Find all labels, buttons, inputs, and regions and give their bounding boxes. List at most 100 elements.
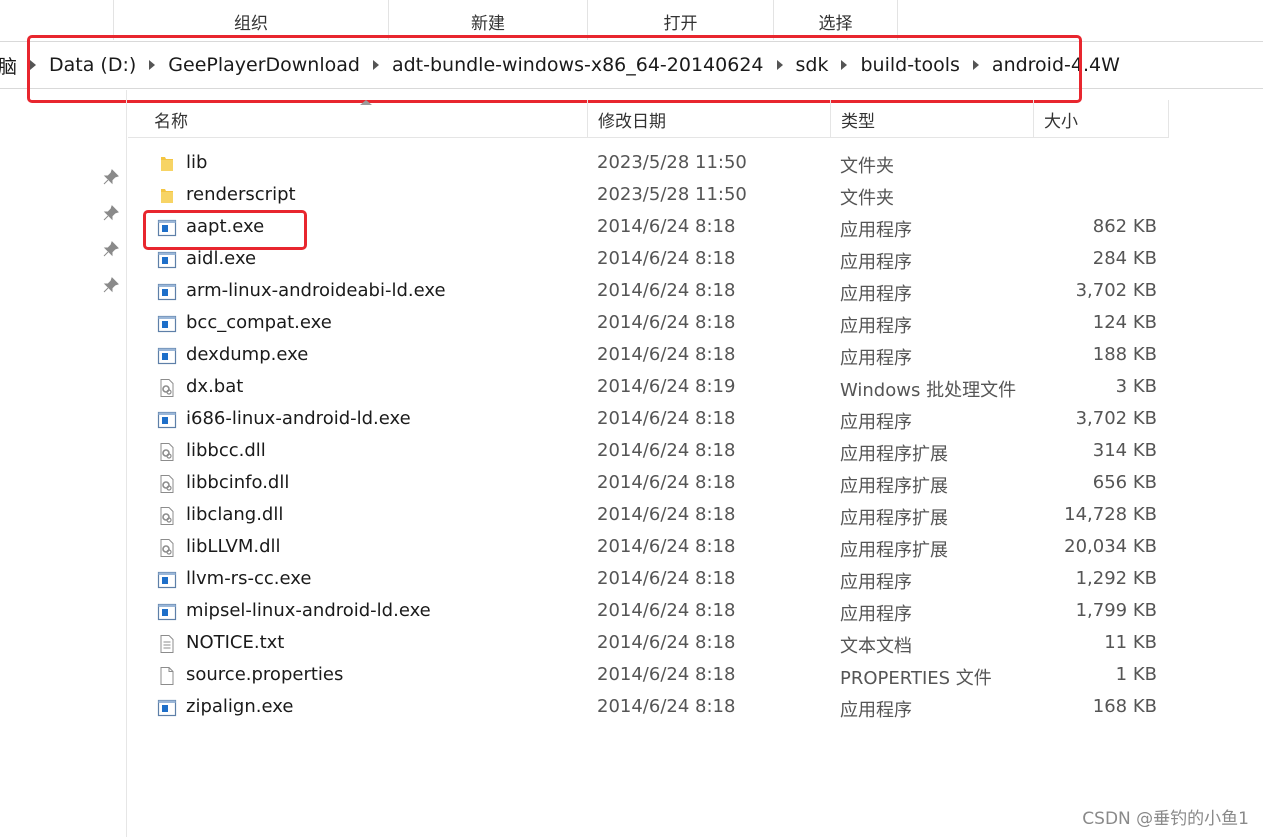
folder-icon	[157, 186, 177, 206]
file-size: 1 KB	[1115, 664, 1157, 685]
file-size: 124 KB	[1092, 312, 1157, 333]
file-name: libbcinfo.dll	[186, 472, 290, 493]
file-size: 3,702 KB	[1075, 280, 1157, 301]
file-type: Windows 批处理文件	[840, 380, 1017, 401]
file-type: 应用程序	[840, 220, 912, 241]
file-name: aidl.exe	[186, 248, 257, 269]
gear-file-icon	[157, 474, 177, 494]
column-date[interactable]: 修改日期	[588, 100, 831, 138]
file-type: 应用程序扩展	[840, 508, 948, 529]
column-type[interactable]: 类型	[831, 100, 1034, 138]
column-name[interactable]: 名称	[128, 100, 588, 138]
file-row[interactable]: i686-linux-android-ld.exe 2014/6/24 8:18 应…	[128, 404, 1169, 436]
file-type: 应用程序	[840, 252, 912, 273]
pin-icon[interactable]	[103, 241, 119, 257]
file-row[interactable]: libclang.dll 2014/6/24 8:18 应用程序扩展 14,728 K…	[128, 500, 1169, 532]
file-date: 2014/6/24 8:18	[597, 504, 736, 525]
text-file-icon	[157, 634, 177, 654]
exe-icon	[157, 410, 177, 430]
file-row[interactable]: libbcc.dll 2014/6/24 8:18 应用程序扩展 314 KB	[128, 436, 1169, 468]
file-size: 14,728 KB	[1064, 504, 1157, 525]
watermark: CSDN @垂钓的小鱼1	[1082, 809, 1249, 829]
file-size: 188 KB	[1092, 344, 1157, 365]
folder-icon	[157, 154, 177, 174]
ribbon-group-organize[interactable]: 组织	[113, 0, 389, 40]
file-name: libclang.dll	[186, 504, 284, 525]
file-name: i686-linux-android-ld.exe	[186, 408, 411, 429]
file-size: 168 KB	[1092, 696, 1157, 717]
file-type: 应用程序扩展	[840, 444, 948, 465]
file-type: 应用程序	[840, 412, 912, 433]
ribbon: 组织 新建 打开 选择	[0, 0, 1263, 40]
file-type: 应用程序扩展	[840, 540, 948, 561]
file-date: 2014/6/24 8:18	[597, 568, 736, 589]
exe-icon	[157, 250, 177, 270]
ribbon-group-new[interactable]: 新建	[389, 0, 588, 40]
file-name: bcc_compat.exe	[186, 312, 332, 333]
gear-file-icon	[157, 538, 177, 558]
file-size: 1,292 KB	[1075, 568, 1157, 589]
file-date: 2014/6/24 8:18	[597, 312, 736, 333]
file-row[interactable]: zipalign.exe 2014/6/24 8:18 应用程序 168 KB	[128, 692, 1169, 724]
file-date: 2014/6/24 8:18	[597, 248, 736, 269]
file-date: 2014/6/24 8:18	[597, 344, 736, 365]
file-size: 3,702 KB	[1075, 408, 1157, 429]
exe-icon	[157, 698, 177, 718]
gear-file-icon	[157, 506, 177, 526]
ribbon-group-open[interactable]: 打开	[588, 0, 774, 40]
file-date: 2014/6/24 8:18	[597, 600, 736, 621]
file-row[interactable]: source.properties 2014/6/24 8:18 PROPERTIE…	[128, 660, 1169, 692]
file-row[interactable]: renderscript 2023/5/28 11:50 文件夹	[128, 180, 1169, 212]
file-size: 3 KB	[1115, 376, 1157, 397]
file-date: 2014/6/24 8:19	[597, 376, 736, 397]
file-row[interactable]: NOTICE.txt 2014/6/24 8:18 文本文档 11 KB	[128, 628, 1169, 660]
exe-icon	[157, 282, 177, 302]
file-date: 2014/6/24 8:18	[597, 280, 736, 301]
file-date: 2014/6/24 8:18	[597, 696, 736, 717]
file-type: 应用程序	[840, 316, 912, 337]
exe-icon	[157, 314, 177, 334]
exe-icon	[157, 570, 177, 590]
file-row[interactable]: bcc_compat.exe 2014/6/24 8:18 应用程序 124 KB	[128, 308, 1169, 340]
file-name: renderscript	[186, 184, 296, 205]
file-date: 2014/6/24 8:18	[597, 408, 736, 429]
file-row[interactable]: arm-linux-androideabi-ld.exe 2014/6/24 8:…	[128, 276, 1169, 308]
file-size: 862 KB	[1092, 216, 1157, 237]
file-date: 2023/5/28 11:50	[597, 184, 747, 205]
ribbon-group-select[interactable]: 选择	[774, 0, 898, 40]
file-name: dx.bat	[186, 376, 244, 397]
file-type: 应用程序	[840, 700, 912, 721]
file-type: 文件夹	[840, 188, 894, 209]
gear-file-icon	[157, 378, 177, 398]
file-row[interactable]: libLLVM.dll 2014/6/24 8:18 应用程序扩展 20,034 KB	[128, 532, 1169, 564]
file-row[interactable]: llvm-rs-cc.exe 2014/6/24 8:18 应用程序 1,292 KB	[128, 564, 1169, 596]
file-type: 应用程序	[840, 284, 912, 305]
file-date: 2014/6/24 8:18	[597, 536, 736, 557]
exe-icon	[157, 602, 177, 622]
file-size: 11 KB	[1104, 632, 1157, 653]
exe-icon	[157, 346, 177, 366]
file-type: PROPERTIES 文件	[840, 668, 992, 689]
file-type: 文本文档	[840, 636, 912, 657]
file-type: 应用程序	[840, 572, 912, 593]
pin-icon[interactable]	[103, 169, 119, 185]
file-name: dexdump.exe	[186, 344, 309, 365]
file-date: 2014/6/24 8:18	[597, 632, 736, 653]
column-header: 名称 修改日期 类型 大小	[128, 100, 1169, 138]
file-name: source.properties	[186, 664, 344, 685]
file-size: 20,034 KB	[1064, 536, 1157, 557]
file-row[interactable]: dx.bat 2014/6/24 8:19 Windows 批处理文件 3 KB	[128, 372, 1169, 404]
pin-icon[interactable]	[103, 277, 119, 293]
file-row[interactable]: libbcinfo.dll 2014/6/24 8:18 应用程序扩展 656 KB	[128, 468, 1169, 500]
pin-icon[interactable]	[103, 205, 119, 221]
file-row[interactable]: mipsel-linux-android-ld.exe 2014/6/24 8:1…	[128, 596, 1169, 628]
breadcrumb-partial[interactable]: 脑	[0, 52, 17, 79]
file-size: 284 KB	[1092, 248, 1157, 269]
file-type: 文件夹	[840, 156, 894, 177]
file-row[interactable]: dexdump.exe 2014/6/24 8:18 应用程序 188 KB	[128, 340, 1169, 372]
column-size[interactable]: 大小	[1034, 100, 1169, 138]
file-highlight-box	[143, 210, 307, 250]
file-row[interactable]: lib 2023/5/28 11:50 文件夹	[128, 148, 1169, 180]
file-name: NOTICE.txt	[186, 632, 285, 653]
gear-file-icon	[157, 442, 177, 462]
